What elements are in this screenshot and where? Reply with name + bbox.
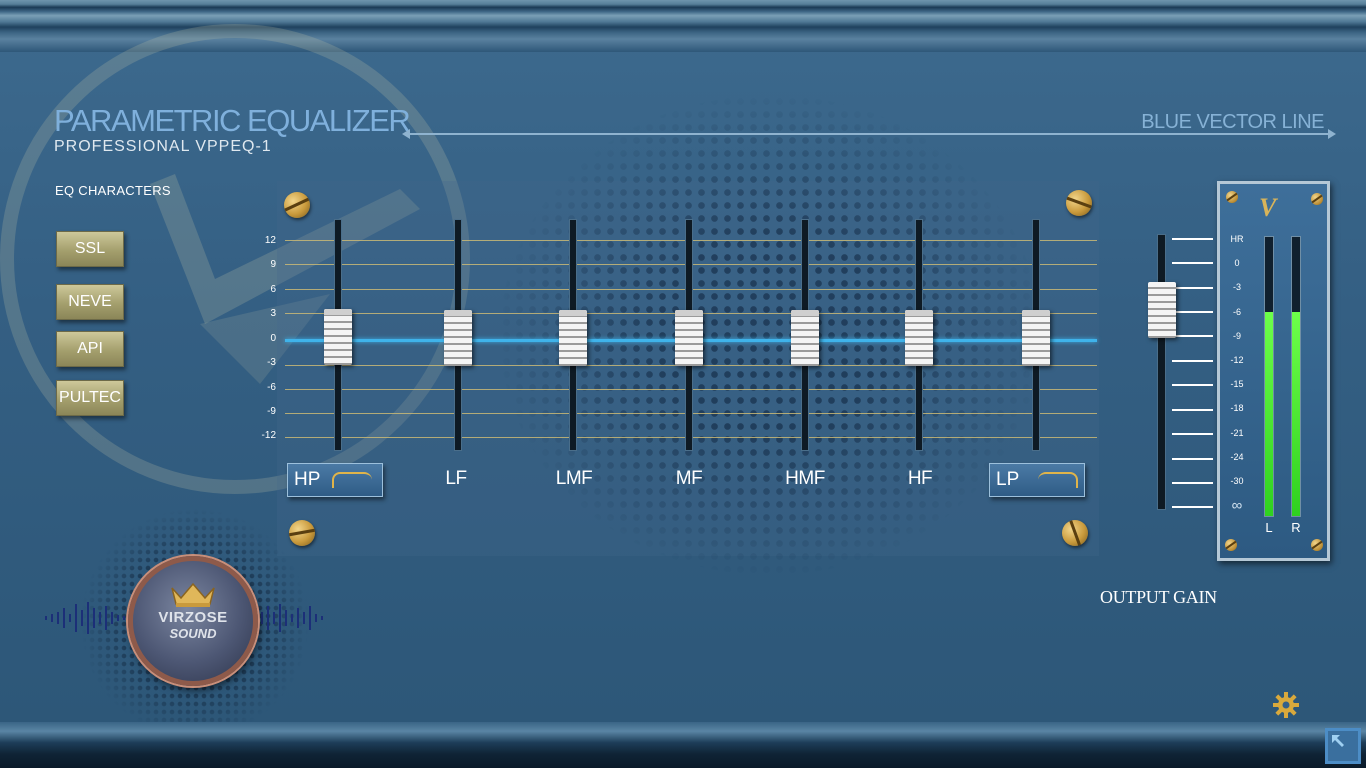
output-tick — [1172, 506, 1213, 508]
scale-label: -6 — [267, 382, 276, 393]
right-channel-meter — [1291, 236, 1301, 517]
highpass-curve-icon — [332, 472, 372, 488]
ssl-button[interactable]: SSL — [56, 231, 124, 267]
left-channel-meter — [1264, 236, 1274, 517]
output-tick — [1172, 360, 1213, 362]
scale-label: 0 — [270, 333, 276, 344]
meter-scale-label: -21 — [1230, 428, 1244, 438]
hp-filter-button[interactable]: HP — [287, 463, 383, 497]
left-waveform-icon — [45, 602, 125, 634]
lmf-label: LMF — [555, 468, 593, 489]
brand-name: BLUE VECTOR LINE — [1141, 111, 1324, 133]
screw-icon — [1226, 191, 1238, 203]
logo-text-sound: SOUND — [169, 626, 217, 641]
lf-label: LF — [445, 468, 467, 489]
screw-icon — [1066, 190, 1092, 216]
scale-label: -9 — [267, 406, 276, 417]
meter-scale-label: -6 — [1232, 307, 1241, 317]
meter-scale-label: HR — [1230, 234, 1244, 244]
screw-icon — [1225, 539, 1237, 551]
left-level-fill — [1265, 312, 1273, 516]
hp-fader-knob[interactable] — [324, 309, 352, 365]
output-tick — [1172, 409, 1213, 411]
scale-label: 6 — [270, 284, 276, 295]
meter-scale-label: ∞ — [1231, 497, 1243, 514]
crown-icon — [171, 582, 215, 607]
screw-icon — [1311, 539, 1323, 551]
screw-icon — [1311, 193, 1323, 205]
meter-logo: V — [1259, 193, 1277, 222]
right-level-fill — [1292, 312, 1300, 516]
lp-label: LP — [996, 469, 1020, 490]
output-tick — [1172, 458, 1213, 460]
scale-label: 9 — [270, 259, 276, 270]
right-channel-label: R — [1291, 520, 1301, 535]
output-tick — [1172, 238, 1213, 240]
neve-button[interactable]: NEVE — [56, 284, 124, 320]
hp-label: HP — [294, 469, 321, 490]
api-button[interactable]: API — [56, 331, 124, 367]
scale-label: -12 — [261, 430, 276, 441]
meter-scale-label: -12 — [1230, 355, 1244, 365]
lp-filter-button[interactable]: LP — [989, 463, 1085, 497]
meter-scale-label: -30 — [1230, 476, 1244, 486]
output-tick — [1172, 311, 1213, 313]
left-channel-label: L — [1265, 520, 1273, 535]
gear-icon[interactable] — [1272, 691, 1300, 719]
meter-scale-label: -9 — [1232, 331, 1241, 341]
meter-scale-label: -18 — [1230, 403, 1244, 413]
resize-icon[interactable] — [1325, 728, 1361, 764]
resize-arrow-icon — [1332, 735, 1344, 747]
scale-label: 12 — [264, 235, 276, 246]
output-tick — [1172, 384, 1213, 386]
meter-scale-label: -3 — [1232, 282, 1241, 292]
output-tick — [1172, 433, 1213, 435]
pultec-button[interactable]: PULTEC — [56, 380, 124, 416]
output-gain-knob[interactable] — [1148, 282, 1176, 338]
logo-text-virzose: VIRZOSE — [158, 609, 228, 626]
lp-fader-knob[interactable] — [1022, 310, 1050, 366]
mf-fader-knob[interactable] — [675, 310, 703, 366]
meter-scale-label: 0 — [1234, 258, 1240, 268]
screw-icon — [289, 520, 315, 546]
screw-icon — [284, 192, 310, 218]
app-subtitle: PROFESSIONAL VPPEQ-1 — [54, 138, 272, 155]
lmf-fader-knob[interactable] — [559, 310, 587, 366]
output-tick — [1172, 335, 1213, 337]
bottom-rail — [0, 722, 1366, 768]
hf-label: HF — [907, 468, 933, 489]
output-gain-label: OUTPUT GAIN — [1100, 587, 1217, 607]
lf-fader-knob[interactable] — [444, 310, 472, 366]
app-title: PARAMETRIC EQUALIZER — [54, 103, 411, 138]
hmf-label: HMF — [785, 468, 825, 489]
output-gain-track — [1157, 234, 1166, 510]
eq-characters-label: EQ CHARACTERS — [55, 183, 171, 198]
hmf-fader-knob[interactable] — [791, 310, 819, 366]
hf-fader-knob[interactable] — [905, 310, 933, 366]
output-tick — [1172, 262, 1213, 264]
screw-icon — [1062, 520, 1088, 546]
scale-label: -3 — [267, 357, 276, 368]
scale-label: 3 — [270, 308, 276, 319]
lowpass-curve-icon — [1038, 472, 1078, 488]
meter-scale-label: -24 — [1230, 452, 1244, 462]
right-waveform-icon — [261, 604, 323, 632]
output-tick — [1172, 287, 1213, 289]
meter-scale-label: -15 — [1230, 379, 1244, 389]
mf-label: MF — [675, 468, 703, 489]
output-tick — [1172, 482, 1213, 484]
